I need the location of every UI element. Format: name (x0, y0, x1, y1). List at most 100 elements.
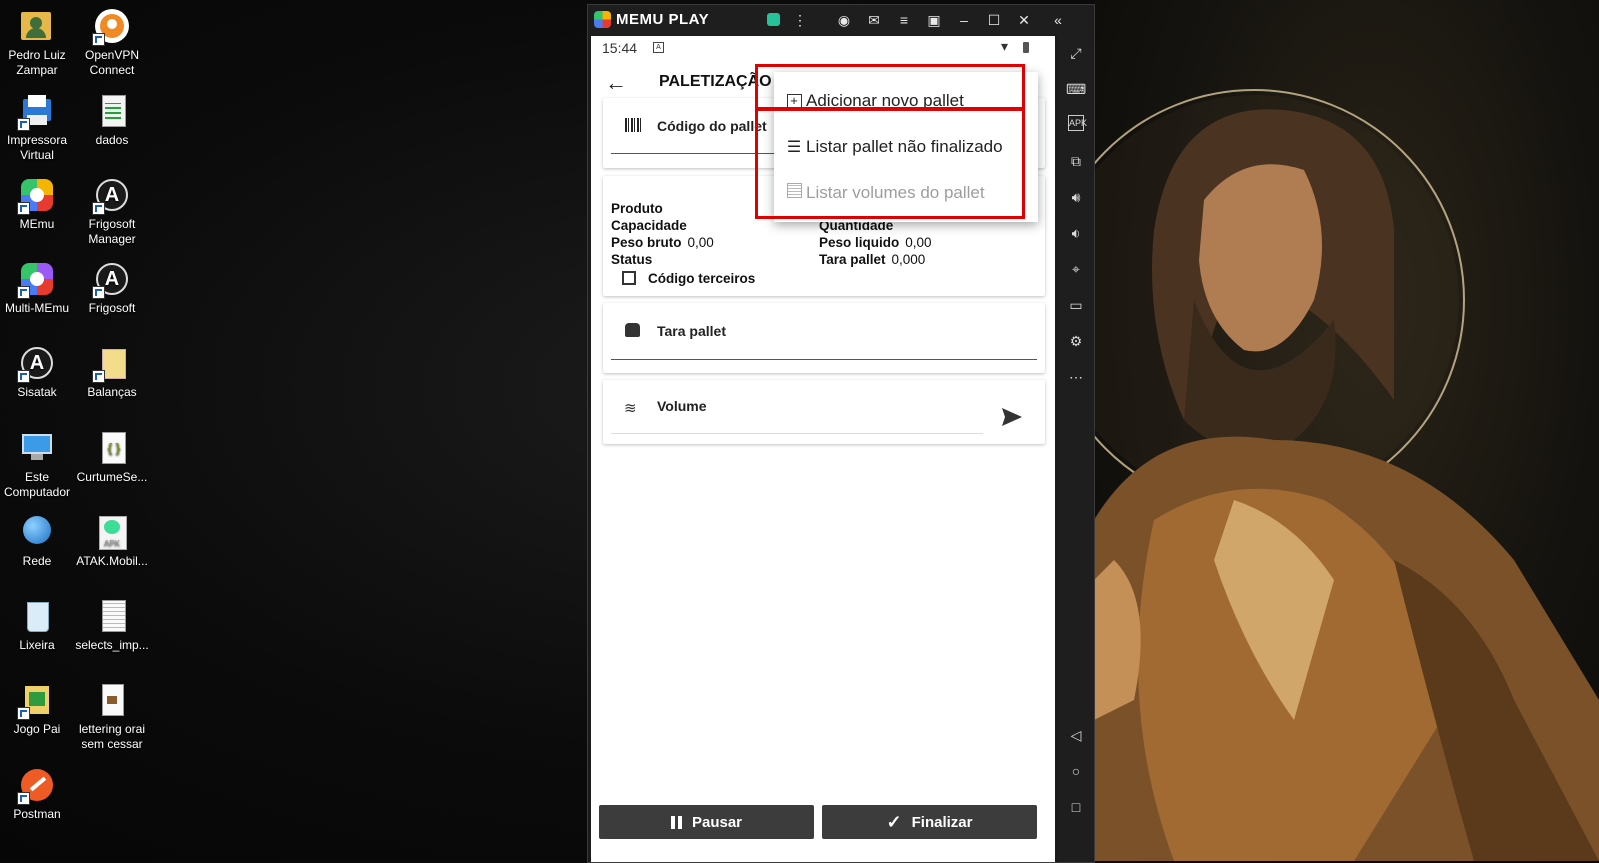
android-recents-icon[interactable]: □ (1066, 797, 1086, 817)
spreadsheet-icon (94, 93, 130, 129)
peso-bruto-value: 0,00 (687, 235, 714, 250)
back-arrow-icon[interactable]: ← (605, 70, 627, 96)
desktop-icon-label: MEmu (19, 217, 55, 231)
desktop-icon-label: lettering orai sem cessar (78, 722, 146, 751)
finalizar-label: Finalizar (911, 813, 973, 831)
status-label: Status (611, 252, 653, 267)
pausar-button[interactable]: Pausar (599, 805, 814, 839)
desktop-icon-label: selects_imp... (75, 638, 149, 652)
more-horizontal-icon[interactable]: ⋯ (1066, 367, 1086, 387)
desktop-icon-sisatak[interactable]: A Sisatak (0, 339, 76, 400)
android-back-icon[interactable]: ◁ (1066, 725, 1086, 745)
computer-icon (19, 430, 55, 466)
scale-weight-icon (625, 323, 640, 337)
openvpn-icon (92, 8, 130, 46)
desktop-icon-jogo-pai[interactable]: Jogo Pai (0, 676, 76, 737)
highlight-box-adicionar (755, 64, 1025, 110)
emulator-sidebar: ⤢ ⌨ APK ⧉ 🔊︎ 🔉︎ ⌖ ▭ ⚙ ⋯ ◁ ○ □ (1058, 35, 1094, 862)
frigosoft-icon: A (92, 177, 130, 215)
capacidade-label: Capacidade (611, 218, 687, 233)
volume-card: ≋ Volume (603, 380, 1045, 444)
account-icon[interactable]: ◉ (834, 10, 854, 30)
notification-icon: A (653, 42, 664, 53)
network-icon (19, 514, 55, 550)
pause-icon (670, 815, 682, 829)
more-vertical-icon[interactable]: ⋮ (790, 10, 810, 30)
desktop-icon-label: Impressora Virtual (6, 133, 68, 162)
codigo-pallet-field[interactable]: Código do pallet (657, 118, 767, 134)
desktop-icon-rede[interactable]: Rede (0, 508, 76, 569)
location-icon[interactable]: ⌖ (1066, 259, 1086, 279)
recycle-bin-icon (19, 598, 55, 634)
settings-gear-icon[interactable]: ⚙ (1066, 331, 1086, 351)
desktop-icon-lixeira[interactable]: Lixeira (0, 592, 76, 653)
status-time: 15:44 (602, 40, 638, 56)
desktop-icon-dados[interactable]: dados (73, 87, 151, 148)
status-row: Status (611, 252, 658, 267)
desktop-icon-frigosoft[interactable]: A Frigosoft (73, 255, 151, 316)
app-center-icon[interactable] (763, 10, 783, 30)
screenshot-icon[interactable]: ▣ (924, 10, 944, 30)
desktop-icon-curtumese[interactable]: { } CurtumeSe... (73, 424, 151, 485)
frigosoft-icon: A (92, 261, 130, 299)
desktop-icon-atak-mobile[interactable]: APK ATAK.Mobil... (73, 508, 151, 569)
desktop-icon-impressora[interactable]: Impressora Virtual (0, 87, 76, 163)
volume-down-icon[interactable]: 🔉︎ (1066, 223, 1086, 243)
printer-icon (17, 93, 55, 131)
desktop-icon-label: Frigosoft (88, 301, 136, 315)
wallpaper-painting (1094, 89, 1599, 861)
desktop-icon-label: Rede (22, 554, 52, 568)
desktop-icon-selects[interactable]: selects_imp... (73, 592, 151, 653)
send-icon[interactable] (1001, 407, 1023, 427)
produto-label: Produto (611, 201, 663, 216)
peso-liquido-value: 0,00 (905, 235, 932, 250)
minimize-icon[interactable]: – (954, 10, 974, 30)
close-icon[interactable]: ✕ (1014, 10, 1034, 30)
desktop-icon-lettering[interactable]: lettering orai sem cessar (73, 676, 151, 752)
tara-underline (611, 359, 1037, 360)
mail-icon[interactable]: ✉ (864, 10, 884, 30)
desktop-icon-openvpn[interactable]: OpenVPN Connect (73, 2, 151, 78)
produto-row: Produto (611, 201, 669, 216)
collapse-sidebar-icon[interactable]: « (1048, 10, 1068, 30)
sisatak-icon: A (17, 345, 55, 383)
keyboard-icon[interactable]: ⌨ (1066, 79, 1086, 99)
peso-bruto-label: Peso bruto (611, 235, 682, 250)
volume-up-icon[interactable]: 🔊︎ (1066, 187, 1086, 207)
desktop-icon-frigosoft-manager[interactable]: A Frigosoft Manager (73, 171, 151, 247)
tara-pallet-field[interactable]: Tara pallet (657, 323, 726, 339)
desktop-wallpaper (1094, 0, 1599, 861)
desktop-icon-pedro[interactable]: Pedro Luiz Zampar (0, 2, 76, 78)
peso-bruto-row: Peso bruto 0,00 (611, 235, 714, 250)
desktop-icon-memu[interactable]: MEmu (0, 171, 76, 232)
text-file-icon (94, 598, 130, 634)
multi-memu-icon (17, 261, 55, 299)
android-home-icon[interactable]: ○ (1066, 761, 1086, 781)
multi-window-icon[interactable]: ⧉ (1066, 151, 1086, 171)
highlight-box-listar (755, 108, 1025, 219)
desktop-icon-postman[interactable]: Postman (0, 761, 76, 822)
folder-icon (92, 345, 130, 383)
codigo-terceiros-checkbox[interactable] (622, 271, 636, 285)
menu-icon[interactable]: ≡ (894, 10, 914, 30)
tara-pallet-value: 0,000 (891, 252, 926, 267)
finalizar-button[interactable]: ✓ Finalizar (822, 805, 1037, 839)
tara-pallet-card: Tara pallet (603, 303, 1045, 373)
desktop-icon-multi-memu[interactable]: Multi-MEmu (0, 255, 76, 316)
desktop-icon-este-computador[interactable]: Este Computador (0, 424, 76, 500)
emulator-title-bar: MEMU PLAY ⋮ ◉ ✉ ≡ ▣ – ☐ ✕ « (588, 5, 1094, 35)
maximize-icon[interactable]: ☐ (984, 10, 1004, 30)
volume-field[interactable]: Volume (657, 398, 707, 414)
fullscreen-icon[interactable]: ⤢ (1066, 43, 1086, 63)
peso-liquido-row: Peso liquido 0,00 (819, 235, 932, 250)
desktop-icon-balancas[interactable]: Balanças (73, 339, 151, 400)
desktop-icon-label: dados (95, 133, 129, 147)
folder-icon[interactable]: ▭ (1066, 295, 1086, 315)
desktop-icon-label: OpenVPN Connect (84, 48, 140, 77)
check-icon: ✓ (886, 811, 902, 832)
volume-underline (611, 433, 983, 434)
folder-icon (17, 682, 55, 720)
apk-install-icon[interactable]: APK (1068, 115, 1087, 131)
capacidade-row: Capacidade (611, 218, 693, 233)
memu-logo-icon (594, 11, 611, 28)
